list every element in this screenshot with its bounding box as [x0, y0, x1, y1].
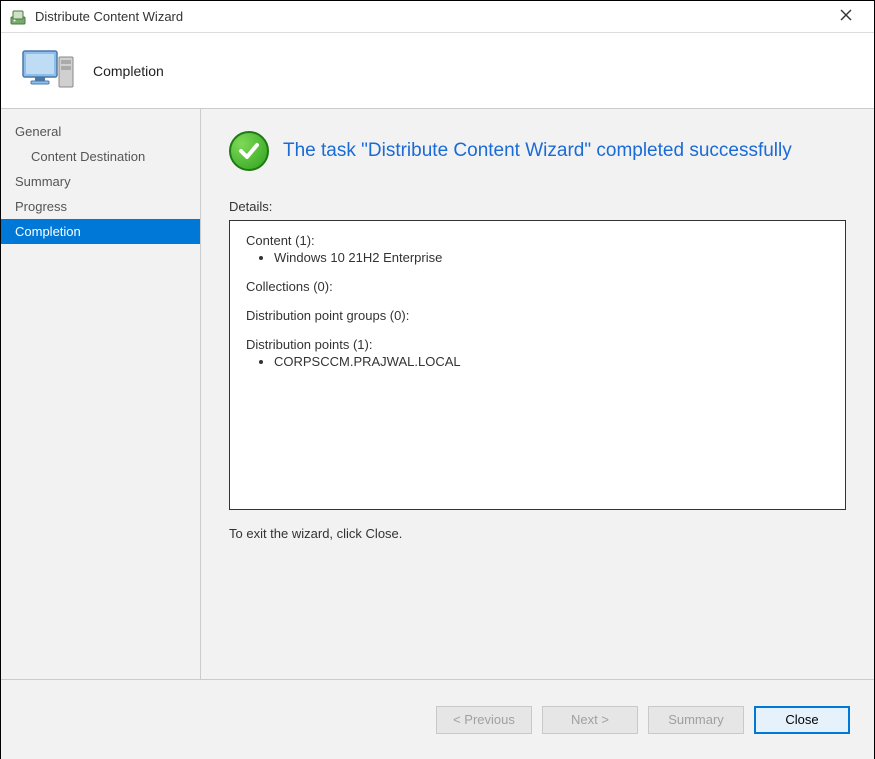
- wizard-sidebar: General Content Destination Summary Prog…: [1, 109, 201, 679]
- close-button[interactable]: Close: [754, 706, 850, 734]
- sidebar-item-summary[interactable]: Summary: [1, 169, 200, 194]
- exit-instruction: To exit the wizard, click Close.: [229, 526, 846, 541]
- app-icon: [9, 8, 27, 26]
- collections-header: Collections (0):: [246, 279, 829, 294]
- close-icon: [840, 9, 852, 21]
- computer-icon: [21, 47, 75, 95]
- sidebar-item-completion[interactable]: Completion: [1, 219, 200, 244]
- sidebar-item-general[interactable]: General: [1, 119, 200, 144]
- wizard-header: Completion: [1, 33, 874, 109]
- dp-item: CORPSCCM.PRAJWAL.LOCAL: [274, 354, 829, 369]
- dpg-header: Distribution point groups (0):: [246, 308, 829, 323]
- summary-button: Summary: [648, 706, 744, 734]
- details-box[interactable]: Content (1): Windows 10 21H2 Enterprise …: [229, 220, 846, 510]
- window-close-button[interactable]: [826, 8, 866, 26]
- content-header: Content (1):: [246, 233, 829, 248]
- wizard-footer: < Previous Next > Summary Close: [1, 679, 874, 759]
- content-area: The task "Distribute Content Wizard" com…: [201, 109, 874, 679]
- success-checkmark-icon: [229, 131, 269, 171]
- success-message: The task "Distribute Content Wizard" com…: [283, 140, 792, 162]
- success-row: The task "Distribute Content Wizard" com…: [229, 131, 846, 171]
- content-item: Windows 10 21H2 Enterprise: [274, 250, 829, 265]
- header-title: Completion: [93, 63, 164, 79]
- previous-button: < Previous: [436, 706, 532, 734]
- details-label: Details:: [229, 199, 846, 214]
- sidebar-item-content-destination[interactable]: Content Destination: [1, 144, 200, 169]
- window-title: Distribute Content Wizard: [35, 9, 826, 24]
- next-button: Next >: [542, 706, 638, 734]
- titlebar: Distribute Content Wizard: [1, 1, 874, 33]
- dp-header: Distribution points (1):: [246, 337, 829, 352]
- sidebar-item-progress[interactable]: Progress: [1, 194, 200, 219]
